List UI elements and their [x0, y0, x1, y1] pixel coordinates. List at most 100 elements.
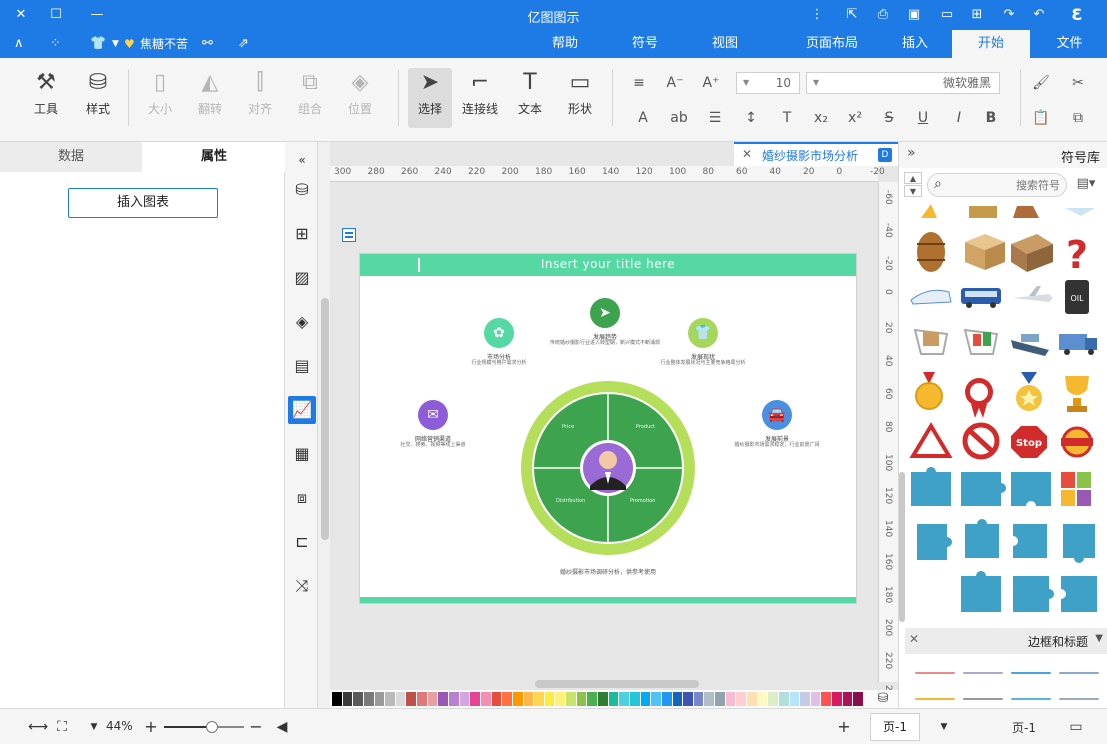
tab-data[interactable]: 数据 [0, 142, 142, 172]
color-swatch[interactable] [661, 692, 672, 706]
layers-icon[interactable]: ◈ [288, 308, 316, 336]
image-icon[interactable]: ▨ [288, 264, 316, 292]
color-swatch[interactable] [832, 692, 842, 706]
title-border-sample[interactable] [963, 698, 1003, 700]
symbol-search[interactable]: ⌕ [927, 173, 1067, 197]
color-swatch[interactable] [789, 692, 800, 706]
shuffle-icon[interactable]: ⤨ [288, 572, 316, 600]
color-swatch[interactable] [363, 692, 374, 706]
chevron-down-icon[interactable]: ▼ [934, 717, 954, 737]
style-tool[interactable]: ⛁ 样式 [78, 68, 118, 128]
color-swatch[interactable] [566, 692, 576, 706]
text-tool[interactable]: T 文本 [510, 68, 550, 128]
color-swatch[interactable] [821, 692, 832, 706]
insert-chart-button[interactable]: 插入图表 [68, 188, 218, 218]
zoom-out-icon[interactable]: − [246, 717, 266, 737]
paste-icon[interactable]: 📋 [1030, 107, 1052, 129]
color-swatch[interactable] [587, 692, 598, 706]
title-border-sample[interactable] [1059, 672, 1099, 674]
theme-shirt-icon[interactable]: 👕 [90, 35, 106, 53]
color-swatch[interactable] [608, 692, 619, 706]
color-swatch[interactable] [757, 692, 768, 706]
chart-icon[interactable]: 📈 [288, 396, 316, 424]
size-tool[interactable]: ▯ 大小 [140, 68, 180, 128]
color-swatch[interactable] [449, 692, 459, 706]
chevron-down-icon[interactable]: ▼ [84, 717, 104, 737]
add-page-icon[interactable]: + [834, 717, 854, 737]
zoom-slider[interactable] [164, 721, 244, 733]
scroll-up-icon[interactable]: ▲ [904, 172, 922, 184]
superscript-icon[interactable]: x² [844, 107, 866, 129]
connect-icon[interactable]: ⚯ [202, 35, 213, 53]
color-swatch[interactable] [576, 692, 587, 706]
play-presentation-icon[interactable]: ◀ [272, 717, 292, 737]
font-color-icon[interactable]: A [632, 107, 654, 129]
tab-home[interactable]: 开始 [952, 30, 1030, 58]
zoom-in-icon[interactable]: + [141, 717, 161, 737]
increase-font-icon[interactable]: A⁺ [700, 72, 722, 94]
page-icon[interactable]: ▤ [288, 352, 316, 380]
color-swatch[interactable] [459, 692, 470, 706]
title-border-sample[interactable] [963, 672, 1003, 674]
position-tool[interactable]: ◈ 位置 [340, 68, 380, 128]
color-swatch[interactable] [342, 692, 353, 706]
strikethrough-icon[interactable]: S [878, 107, 900, 129]
align-tool[interactable]: ⫿ 对齐 [240, 68, 280, 128]
color-swatch[interactable] [438, 692, 449, 706]
bold-icon[interactable]: B [980, 107, 1002, 129]
table-icon[interactable]: ▦ [288, 440, 316, 468]
color-swatch[interactable] [512, 692, 523, 706]
title-border-sample[interactable] [1011, 698, 1051, 700]
group-tool[interactable]: ⧉ 组合 [290, 68, 330, 128]
close-tab-icon[interactable]: ✕ [742, 147, 752, 161]
tab-page-layout[interactable]: 页面布局 [782, 30, 882, 58]
collapse-panel-icon[interactable]: » [907, 145, 916, 161]
page-title[interactable]: Insert your title here [360, 257, 856, 271]
tab-help[interactable]: 帮助 [540, 30, 590, 58]
diagram-page[interactable]: Insert your title here ➤ 发展趋势 传统婚纱摄影行业进入… [359, 253, 857, 604]
symbol-search-input[interactable] [954, 177, 1060, 193]
color-swatch[interactable] [778, 692, 789, 706]
color-swatch[interactable] [417, 692, 427, 706]
title-border-sample[interactable] [1059, 698, 1099, 700]
color-swatch[interactable] [427, 692, 438, 706]
color-swatch[interactable] [683, 692, 693, 706]
color-swatch[interactable] [800, 692, 810, 706]
color-swatch[interactable] [853, 692, 864, 706]
color-swatch[interactable] [502, 692, 512, 706]
menu-handle-icon[interactable] [342, 228, 356, 242]
zoom-slider-knob[interactable] [206, 721, 218, 733]
node-icon-market[interactable]: ✿ [484, 318, 514, 348]
color-swatch[interactable] [725, 692, 736, 706]
chevron-down-icon[interactable]: ▼ [1095, 633, 1103, 644]
user-name[interactable]: 焦糖不苦 [140, 35, 188, 53]
tab-file[interactable]: 文件 [1042, 30, 1097, 58]
color-swatch[interactable] [385, 692, 395, 706]
title-border-sample[interactable] [915, 698, 955, 700]
cut-icon[interactable]: ✂ [1067, 72, 1089, 94]
canvas-vertical-scrollbar[interactable] [321, 298, 329, 540]
zoom-level[interactable]: 44% [106, 719, 133, 733]
tab-properties[interactable]: 属性 [143, 142, 285, 172]
shape-tool[interactable]: ▭ 形状 [560, 68, 600, 128]
node-icon-trend[interactable]: ➤ [590, 298, 620, 328]
italic-icon[interactable]: I [948, 107, 970, 129]
node-icon-prospect[interactable]: 🚘 [762, 400, 792, 430]
layout-icon[interactable]: ⊏ [288, 528, 316, 556]
library-manager-icon[interactable]: ▤▾ [1073, 176, 1099, 194]
color-swatch[interactable] [704, 692, 715, 706]
color-swatch[interactable] [491, 692, 502, 706]
color-swatch[interactable] [736, 692, 746, 706]
canvas-horizontal-scrollbar[interactable] [535, 680, 699, 688]
color-swatch[interactable] [629, 692, 640, 706]
font-family-select[interactable]: 微软雅黑 ▼ [806, 72, 1000, 94]
select-tool[interactable]: ➤ 选择 [408, 68, 452, 128]
color-swatch[interactable] [544, 692, 555, 706]
text-style-icon[interactable]: T [776, 107, 798, 129]
section-borders-titles[interactable]: ✕ 边框和标题 ▼ [905, 628, 1107, 654]
fit-page-icon[interactable]: ⛶ [52, 717, 72, 737]
page-view-icon[interactable]: ▭ [1066, 717, 1086, 737]
color-swatch[interactable] [470, 692, 480, 706]
connector-tool[interactable]: ⌐ 连接线 [458, 68, 502, 128]
color-swatch[interactable] [332, 692, 342, 706]
